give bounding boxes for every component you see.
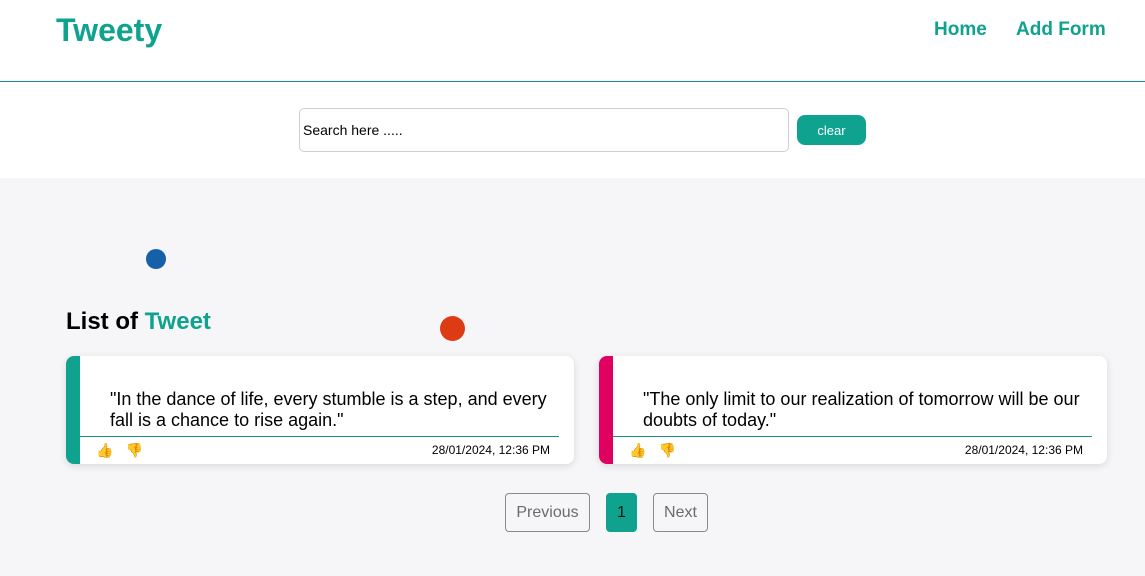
tweet-accent-bar xyxy=(599,356,613,464)
section-title: List of Tweet xyxy=(66,308,211,336)
section-title-accent: Tweet xyxy=(144,308,211,335)
thumbs-up-icon[interactable]: 👍 xyxy=(96,442,113,459)
decorative-orange-dot xyxy=(440,316,465,341)
tweet-text: "The only limit to our realization of to… xyxy=(643,389,1080,430)
header: Tweety Home Add Form xyxy=(0,0,1145,82)
tweet-timestamp: 28/01/2024, 12:36 PM xyxy=(431,443,550,457)
thumbs-down-icon[interactable]: 👎 xyxy=(658,442,675,459)
app-logo[interactable]: Tweety xyxy=(56,12,162,49)
clear-button[interactable]: clear xyxy=(797,115,866,145)
decorative-blue-dot xyxy=(146,249,166,269)
nav-add-form-link[interactable]: Add Form xyxy=(1016,19,1106,41)
tweet-card: "The only limit to our realization of to… xyxy=(599,356,1107,464)
tweet-reactions: 👍 👎 xyxy=(629,442,676,459)
tweet-card: "In the dance of life, every stumble is … xyxy=(66,356,574,464)
page-number-button[interactable]: 1 xyxy=(606,493,637,532)
tweet-reactions: 👍 👎 xyxy=(96,442,143,459)
tweet-timestamp: 28/01/2024, 12:36 PM xyxy=(964,443,1083,457)
tweet-text: "In the dance of life, every stumble is … xyxy=(110,389,547,430)
previous-page-button[interactable]: Previous xyxy=(505,493,590,532)
thumbs-up-icon[interactable]: 👍 xyxy=(629,442,646,459)
pagination: Previous 1 Next xyxy=(0,493,1145,532)
search-input[interactable] xyxy=(299,108,789,152)
tweet-divider xyxy=(613,436,1092,437)
nav-home-link[interactable]: Home xyxy=(934,19,987,41)
search-bar: clear xyxy=(0,82,1145,178)
section-title-prefix: List of xyxy=(66,308,138,335)
tweet-divider xyxy=(80,436,559,437)
next-page-button[interactable]: Next xyxy=(653,493,708,532)
thumbs-down-icon[interactable]: 👎 xyxy=(125,442,142,459)
tweet-accent-bar xyxy=(66,356,80,464)
